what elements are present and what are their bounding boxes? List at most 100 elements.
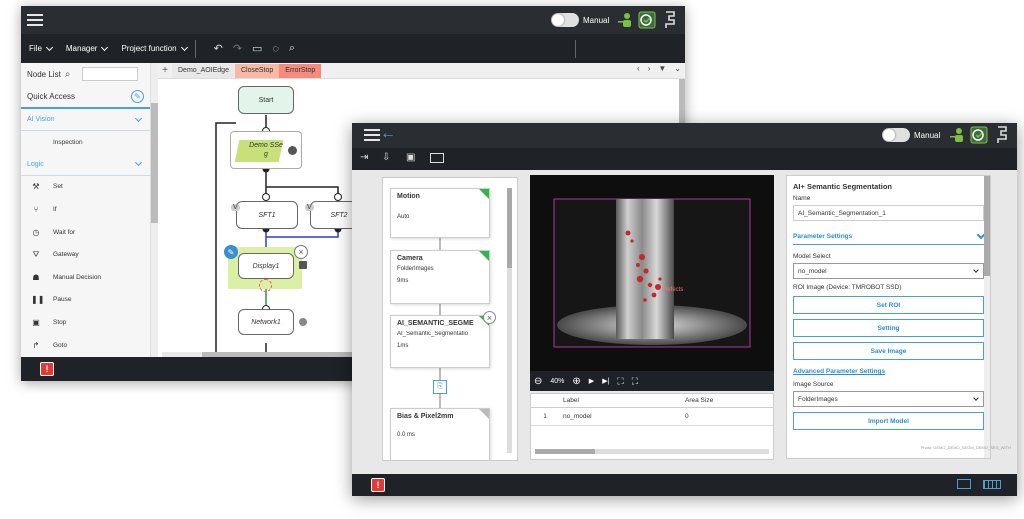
sidebar-item-inspection[interactable]: Inspection bbox=[21, 131, 150, 154]
back-arrow-icon[interactable]: ← bbox=[380, 125, 396, 143]
comment-icon[interactable]: ◌ bbox=[272, 43, 279, 55]
sidebar-scrollbar[interactable] bbox=[151, 63, 158, 363]
zoom-in-icon[interactable]: ⊕ bbox=[572, 376, 580, 387]
section-logic[interactable]: Logic bbox=[21, 154, 150, 176]
undo-icon[interactable]: ↶ bbox=[214, 42, 223, 55]
setting-button[interactable]: Setting bbox=[793, 319, 984, 337]
sidebar-item-set[interactable]: ⚒ Set bbox=[21, 176, 150, 199]
settings-scrollbar[interactable] bbox=[984, 176, 990, 458]
quick-access-row[interactable]: Quick Access ✎ bbox=[21, 85, 150, 109]
tab-errorstop[interactable]: ErrorStop bbox=[279, 63, 322, 78]
play-icon[interactable]: ▶ bbox=[589, 377, 594, 385]
search-icon[interactable]: ⌕ bbox=[289, 42, 295, 55]
advanced-parameter-settings-link[interactable]: Advanced Parameter Settings bbox=[793, 368, 984, 375]
chevron-down-icon[interactable]: ⌄ bbox=[674, 64, 681, 73]
sidebar-item-goto[interactable]: ↱ Goto bbox=[21, 334, 150, 357]
table-hscroll[interactable] bbox=[535, 449, 769, 454]
close-icon[interactable]: × bbox=[483, 311, 496, 324]
sidebar-item-stop[interactable]: ▣ Stop bbox=[21, 311, 150, 334]
image-source-select[interactable]: FolderImages bbox=[793, 391, 984, 407]
image-viewer[interactable]: defects bbox=[530, 175, 774, 371]
col-label-header: Label bbox=[563, 397, 579, 404]
toggle-switch[interactable] bbox=[882, 128, 910, 142]
status-corner bbox=[479, 189, 489, 199]
search-icon[interactable]: ⌕ bbox=[65, 69, 71, 80]
chevron-left-icon[interactable]: ‹ bbox=[637, 64, 640, 73]
node-search-input[interactable] bbox=[82, 67, 139, 81]
menu-icon[interactable] bbox=[27, 14, 43, 26]
display-settings-icon[interactable] bbox=[299, 261, 307, 269]
user-status-icon[interactable] bbox=[617, 12, 633, 28]
menu-project-function[interactable]: Project function bbox=[121, 43, 188, 53]
save-image-button[interactable]: Save Image bbox=[793, 342, 984, 360]
node-panel-scrollbar[interactable] bbox=[507, 188, 512, 453]
flow-node-demo-sseg[interactable]: Demo SSe g bbox=[230, 131, 302, 169]
node-card-bias-pixel[interactable]: Bias & Pixel2mm 0.0 ms bbox=[390, 408, 490, 460]
roi-icon[interactable] bbox=[430, 153, 444, 163]
user-status-icon[interactable] bbox=[949, 127, 965, 143]
robot-check-icon[interactable] bbox=[638, 11, 656, 29]
error-alert-icon[interactable]: ! bbox=[40, 362, 54, 376]
scrollbar-thumb[interactable] bbox=[507, 188, 512, 268]
model-select-label: Model Select bbox=[793, 253, 831, 260]
tab-demo-aoiedge[interactable]: Demo_AOIEdge bbox=[172, 63, 235, 78]
tab-closestop[interactable]: CloseStop bbox=[234, 63, 280, 78]
menu-icon[interactable] bbox=[364, 129, 380, 141]
zoom-out-icon[interactable]: ⊖ bbox=[534, 376, 542, 387]
scrollbar-thumb[interactable] bbox=[984, 176, 990, 276]
keyboard-icon[interactable] bbox=[983, 480, 1001, 489]
mode-toggle[interactable]: Manual bbox=[882, 128, 940, 142]
import-icon[interactable]: ⇩ bbox=[382, 152, 390, 163]
fit-view-icon[interactable]: ⛶ bbox=[617, 376, 623, 387]
node-card-camera[interactable]: Camera FolderImages 9ms bbox=[390, 250, 490, 304]
sidebar-item-if[interactable]: ⑂ If bbox=[21, 198, 150, 221]
robot-arm-icon[interactable] bbox=[663, 10, 677, 30]
flow-node-network1[interactable]: Network1 bbox=[238, 309, 307, 335]
sidebar-item-pause[interactable]: ❚❚ Pause bbox=[21, 289, 150, 312]
toggle-switch[interactable] bbox=[551, 13, 579, 27]
filter-icon[interactable]: ▼ bbox=[658, 64, 666, 73]
add-node-icon[interactable]: ⎘ bbox=[433, 380, 447, 394]
flow-node-start[interactable]: Start bbox=[238, 86, 294, 114]
chevron-right-icon[interactable]: › bbox=[648, 64, 651, 73]
robot-check-icon[interactable] bbox=[970, 126, 988, 144]
model-select[interactable]: no_model bbox=[793, 263, 984, 279]
table-header: Label Area Size bbox=[531, 394, 773, 408]
scrollbar-thumb[interactable] bbox=[535, 449, 595, 454]
import-model-button[interactable]: Import Model bbox=[793, 412, 984, 430]
fullscreen-icon[interactable]: ⛶ bbox=[632, 376, 638, 387]
chevron-down-icon bbox=[134, 114, 143, 122]
scrollbar-thumb[interactable] bbox=[151, 103, 158, 223]
add-tab-icon[interactable]: + bbox=[158, 65, 172, 76]
close-icon[interactable]: × bbox=[294, 245, 308, 259]
mode-toggle[interactable]: Manual bbox=[551, 13, 609, 27]
tag-icon[interactable]: ▭ bbox=[252, 42, 262, 55]
vision-node-panel: Motion Auto Camera FolderImages 9ms AI_S… bbox=[382, 177, 518, 461]
sidebar-item-wait-for[interactable]: ◷ Wait for bbox=[21, 221, 150, 244]
flow-node-display1[interactable]: Display1 bbox=[238, 253, 307, 279]
display-mode-icon[interactable] bbox=[957, 479, 971, 489]
error-alert-icon[interactable]: ! bbox=[371, 478, 385, 492]
menu-manager[interactable]: Manager bbox=[66, 43, 109, 53]
sidebar-item-manual-decision[interactable]: ☗ Manual Decision bbox=[21, 266, 150, 289]
step-icon[interactable]: ▶| bbox=[602, 377, 609, 385]
edit-pencil-icon[interactable]: ✎ bbox=[224, 245, 238, 259]
exit-icon[interactable]: ⇥ bbox=[360, 152, 368, 163]
robot-arm-icon[interactable] bbox=[995, 125, 1009, 145]
name-field[interactable]: AI_Semantic_Segmentation_1 bbox=[793, 205, 984, 221]
section-ai-vision[interactable]: AI Vision bbox=[21, 109, 150, 131]
node-status-icon[interactable] bbox=[288, 146, 297, 155]
set-roi-button[interactable]: Set ROI bbox=[793, 296, 984, 314]
node-card-ai-semantic[interactable]: AI_SEMANTIC_SEGME AI_Semantic_Segmentati… bbox=[390, 315, 490, 368]
node-settings-icon[interactable] bbox=[299, 318, 307, 326]
node-card-motion[interactable]: Motion Auto bbox=[390, 188, 490, 238]
flow-node-sft1[interactable]: V SFT1 bbox=[231, 201, 298, 229]
table-row[interactable]: 1 no_model 0 bbox=[531, 408, 773, 426]
menu-file[interactable]: File bbox=[29, 43, 53, 53]
edit-pencil-icon[interactable]: ✎ bbox=[131, 89, 144, 103]
camera-icon[interactable]: ▣ bbox=[406, 152, 415, 163]
redo-icon[interactable]: ↷ bbox=[233, 42, 242, 55]
image-toolbar: ⊖ 40% ⊕ ▶ ▶| ⛶ ⛶ bbox=[530, 371, 774, 391]
sidebar-item-gateway[interactable]: ⛛ Gateway bbox=[21, 243, 150, 266]
parameter-settings-section[interactable]: Parameter Settings bbox=[793, 229, 986, 245]
